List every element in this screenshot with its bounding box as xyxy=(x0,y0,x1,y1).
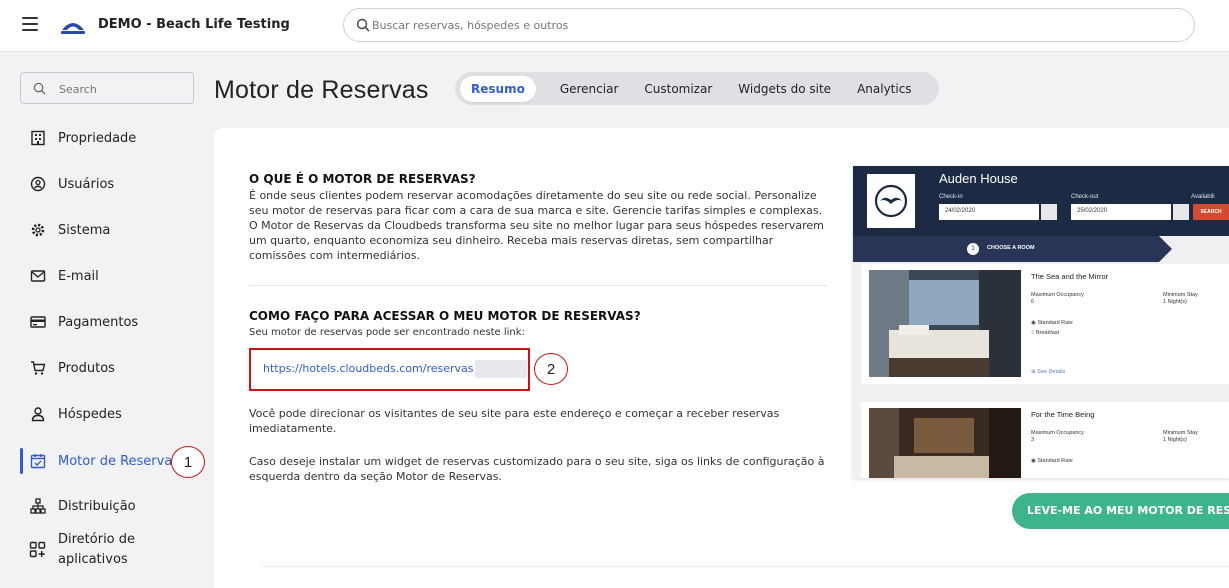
checkin-date[interactable]: 24/02/2020 xyxy=(939,204,1039,220)
tab-gerenciar[interactable]: Gerenciar xyxy=(560,82,619,96)
brand-logo-icon xyxy=(61,23,85,34)
checkout-date[interactable]: 25/02/2020 xyxy=(1071,204,1171,220)
sidebar-item-label: Usuários xyxy=(58,176,115,192)
sidebar-item-propriedade[interactable]: Propriedade xyxy=(20,123,210,153)
building-icon xyxy=(28,129,48,147)
section-what-is-text: É onde seus clientes podem reservar acom… xyxy=(249,189,824,262)
see-details-label: See Details xyxy=(1037,369,1066,375)
max-occupancy-value: 3 xyxy=(1031,437,1035,443)
max-occupancy-value: 6 xyxy=(1031,299,1035,305)
sidebar-item-hospedes[interactable]: Hóspedes xyxy=(20,399,210,429)
calendar-icon[interactable] xyxy=(1173,204,1189,220)
hotel-name: Auden House xyxy=(939,171,1018,186)
top-bar: DEMO - Beach Life Testing xyxy=(0,0,1229,52)
room-photo xyxy=(869,408,1021,478)
booking-engine-preview[interactable]: Auden House Check-in Check-out Availabil… xyxy=(853,166,1229,478)
booking-link-highlight: https://hotels.cloudbeds.com/reservas xyxy=(249,348,530,391)
global-search-input[interactable] xyxy=(372,16,1172,34)
person-icon xyxy=(28,405,48,423)
step-label: CHOOSE A ROOM xyxy=(987,245,1035,251)
max-occupancy-label: Maximum Occupancy xyxy=(1031,430,1084,436)
sidebar-item-label: Distribuição xyxy=(58,498,136,514)
tab-customizar[interactable]: Customizar xyxy=(644,82,712,96)
min-stay-value: 1 Night(s) xyxy=(1163,299,1187,305)
rate-option[interactable]: ◉ Standard Rate xyxy=(1031,458,1073,464)
annotation-marker-1: 1 xyxy=(171,446,205,478)
sidebar-item-label: E-mail xyxy=(58,268,99,284)
sidebar-item-label: Pagamentos xyxy=(58,314,139,330)
sidebar-item-distribuicao[interactable]: Distribuição xyxy=(20,491,210,521)
room-title: For the Time Being xyxy=(1031,410,1095,419)
max-occupancy-label: Maximum Occupancy xyxy=(1031,292,1084,298)
sidebar-item-label: Motor de Reservas xyxy=(58,453,180,469)
rate-label: Standard Rate xyxy=(1037,458,1073,464)
sidebar-search[interactable] xyxy=(20,72,194,104)
sidebar-item-sistema[interactable]: Sistema xyxy=(20,215,210,245)
sidebar-item-label: Hóspedes xyxy=(58,406,122,422)
rate-label: Breakfast xyxy=(1035,330,1060,336)
room-title: The Sea and the Mirror xyxy=(1031,272,1109,281)
room-card[interactable]: For the Time Being Maximum Occupancy 3 M… xyxy=(861,402,1229,478)
bird-emblem-icon xyxy=(874,184,908,218)
tab-bar: Resumo Gerenciar Customizar Widgets do s… xyxy=(455,72,939,105)
room-card[interactable]: The Sea and the Mirror Maximum Occupancy… xyxy=(861,264,1229,384)
preview-search-button[interactable]: SEARCH xyxy=(1193,204,1229,220)
divider xyxy=(249,285,827,286)
search-icon xyxy=(356,18,370,32)
user-circle-icon xyxy=(28,175,48,193)
room-photo xyxy=(869,270,1021,377)
property-name[interactable]: DEMO - Beach Life Testing xyxy=(98,17,290,32)
redacted-link-suffix xyxy=(475,360,527,378)
tab-analytics[interactable]: Analytics xyxy=(857,82,912,96)
calendar-icon[interactable] xyxy=(1041,204,1057,220)
global-search[interactable] xyxy=(343,8,1195,42)
sidebar-item-diretorio-de-aplicativos[interactable]: Diretório de aplicativos xyxy=(20,530,210,570)
hamburger-menu-icon[interactable] xyxy=(22,17,38,31)
sidebar-search-input[interactable] xyxy=(59,81,179,97)
min-stay-value: 1 Night(s) xyxy=(1163,437,1187,443)
open-booking-engine-button[interactable]: LEVE-ME AO MEU MOTOR DE RESERVAS xyxy=(1012,493,1229,529)
annotation-marker-2: 2 xyxy=(534,353,568,385)
sidebar-item-label: Diretório de aplicativos xyxy=(58,532,136,567)
step-number: 1 xyxy=(967,243,979,255)
sidebar-item-label: Produtos xyxy=(58,360,115,376)
sidebar-item-produtos[interactable]: Produtos xyxy=(20,353,210,383)
sidebar-item-pagamentos[interactable]: Pagamentos xyxy=(20,307,210,337)
sidebar-item-usuarios[interactable]: Usuários xyxy=(20,169,210,199)
section-access-text: Seu motor de reservas pode ser encontrad… xyxy=(249,327,525,338)
see-details-link[interactable]: ⊕ See Details xyxy=(1031,369,1065,375)
calendar-check-icon xyxy=(28,452,48,470)
hotel-logo xyxy=(867,174,915,228)
tab-widgets-do-site[interactable]: Widgets do site xyxy=(738,82,831,96)
step-bar: 1 CHOOSE A ROOM xyxy=(853,236,1159,262)
min-stay-label: Minimum Stay xyxy=(1163,430,1198,436)
page-title: Motor de Reservas xyxy=(214,76,429,104)
rate-label: Standard Rate xyxy=(1037,320,1073,326)
hierarchy-icon xyxy=(28,497,48,515)
tab-resumo[interactable]: Resumo xyxy=(460,75,536,102)
section-access-title: COMO FAÇO PARA ACESSAR O MEU MOTOR DE RE… xyxy=(249,309,641,323)
redirect-info-text: Você pode direcionar os visitantes de se… xyxy=(249,407,780,435)
rate-option[interactable]: ○ Breakfast xyxy=(1031,330,1059,336)
card-icon xyxy=(28,313,48,331)
gear-icon xyxy=(28,221,48,239)
sidebar-item-label: Sistema xyxy=(58,222,111,238)
booking-engine-link[interactable]: https://hotels.cloudbeds.com/reservas xyxy=(263,362,474,375)
sidebar-item-label: Propriedade xyxy=(58,130,137,146)
apps-plus-icon xyxy=(28,541,48,559)
checkin-label: Check-in xyxy=(939,194,963,200)
sidebar-item-email[interactable]: E-mail xyxy=(20,261,210,291)
step-arrow xyxy=(1159,236,1172,262)
widget-info-text: Caso deseje instalar um widget de reserv… xyxy=(249,455,825,483)
checkout-label: Check-out xyxy=(1071,194,1099,200)
min-stay-label: Minimum Stay xyxy=(1163,292,1198,298)
cart-icon xyxy=(28,359,48,377)
search-icon xyxy=(33,82,46,95)
availability-label: Availabili xyxy=(1191,194,1215,200)
divider xyxy=(262,566,1229,567)
envelope-icon xyxy=(28,267,48,285)
section-what-is-title: O QUE É O MOTOR DE RESERVAS? xyxy=(249,172,476,186)
preview-header: Auden House Check-in Check-out Availabil… xyxy=(853,166,1229,236)
rate-option[interactable]: ◉ Standard Rate xyxy=(1031,320,1073,326)
